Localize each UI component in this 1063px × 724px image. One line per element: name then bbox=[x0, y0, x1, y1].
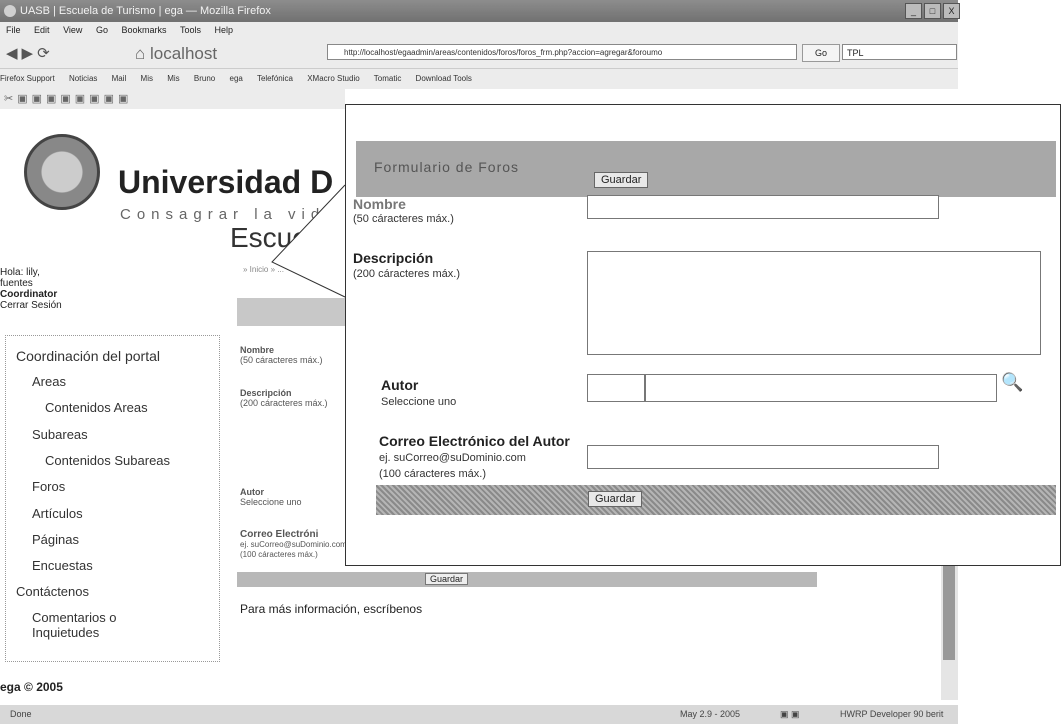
form-title: Formulario de Foros bbox=[374, 159, 520, 175]
correo-hint-max: (100 cáracteres máx.) bbox=[379, 468, 486, 480]
guardar-bottom-button[interactable]: Guardar bbox=[588, 491, 643, 507]
autor-name-input[interactable] bbox=[645, 374, 997, 402]
correo-hint-example: ej. suCorreo@suDominio.com bbox=[379, 452, 526, 464]
autor-id-input[interactable] bbox=[587, 374, 645, 402]
nombre-input[interactable] bbox=[587, 195, 939, 219]
nombre-hint: (50 cáracteres máx.) bbox=[353, 213, 454, 225]
guardar-top-button[interactable]: Guardar bbox=[594, 172, 649, 188]
descripcion-hint: (200 cáracteres máx.) bbox=[353, 268, 460, 280]
correo-label: Correo Electrónico del Autor bbox=[379, 433, 570, 449]
correo-input[interactable] bbox=[587, 445, 939, 469]
autor-hint: Seleccione uno bbox=[381, 396, 457, 408]
autor-label: Autor bbox=[381, 377, 419, 393]
nombre-label: Nombre bbox=[353, 196, 406, 212]
descripcion-label: Descripción bbox=[353, 250, 434, 266]
descripcion-textarea[interactable] bbox=[587, 251, 1041, 355]
zoom-callout: Formulario de Foros Guardar Nombre (50 c… bbox=[345, 104, 1061, 566]
search-icon[interactable]: 🔍 bbox=[1001, 372, 1023, 393]
form-footer-bar bbox=[376, 485, 1056, 515]
